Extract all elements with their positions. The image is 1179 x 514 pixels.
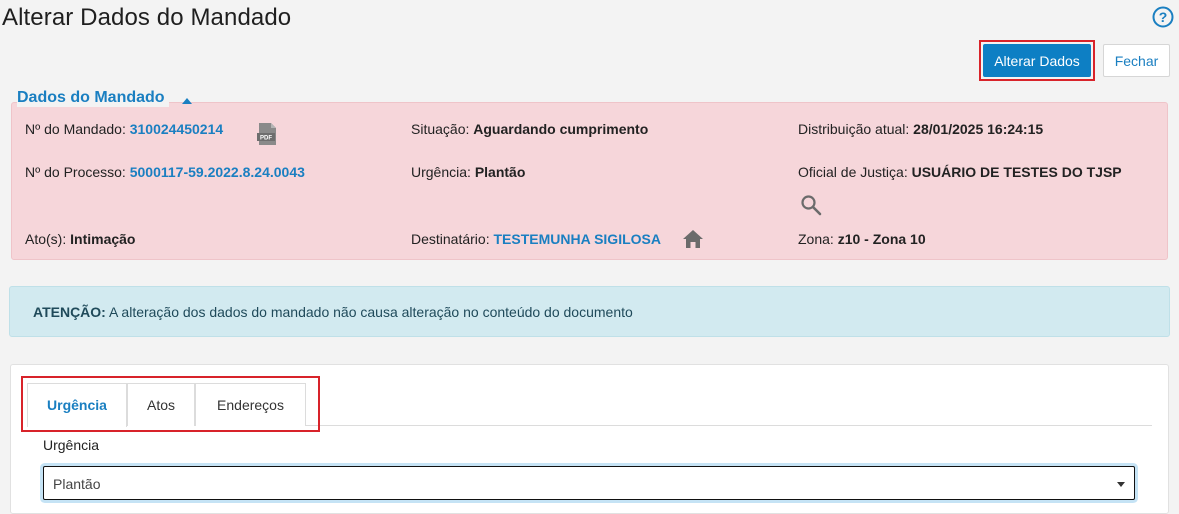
pdf-icon[interactable]: PDF: [256, 122, 278, 146]
help-icon[interactable]: ?: [1152, 6, 1174, 28]
atos-label: Ato(s):: [25, 231, 67, 247]
tab-urgencia[interactable]: Urgência: [27, 383, 127, 427]
atos-value: Intimação: [70, 231, 136, 247]
numero-processo-link[interactable]: 5000117-59.2022.8.24.0043: [130, 164, 305, 180]
numero-mandado-link[interactable]: 310024450214: [130, 121, 223, 137]
field-numero-mandado: Nº do Mandado: 310024450214: [25, 121, 223, 137]
urgencia-select[interactable]: Plantão: [43, 466, 1135, 500]
urgencia-value: Plantão: [474, 164, 526, 180]
svg-text:PDF: PDF: [260, 136, 272, 142]
numero-processo-label: Nº do Processo:: [25, 164, 126, 180]
alert-strong: ATENÇÃO:: [33, 304, 106, 320]
urgencia-label: Urgência:: [411, 164, 471, 180]
oficial-value: USUÁRIO DE TESTES DO TJSP: [911, 164, 1122, 180]
field-situacao: Situação: Aguardando cumprimento: [411, 121, 648, 137]
urgencia-field-label: Urgência: [43, 437, 100, 453]
urgencia-select-value: Plantão: [53, 476, 101, 492]
zona-value: z10 - Zona 10: [837, 231, 926, 247]
section-legend-dados-mandado[interactable]: Dados do Mandado: [17, 89, 169, 107]
distribuicao-value: 28/01/2025 16:24:15: [913, 121, 1044, 137]
destinatario-link[interactable]: TESTEMUNHA SIGILOSA: [493, 231, 661, 247]
numero-mandado-label: Nº do Mandado:: [25, 121, 126, 137]
field-numero-processo: Nº do Processo: 5000117-59.2022.8.24.004…: [25, 164, 305, 180]
situacao-label: Situação:: [411, 121, 470, 137]
field-urgencia: Urgência: Plantão: [411, 164, 525, 180]
field-atos: Ato(s): Intimação: [25, 231, 135, 247]
field-destinatario: Destinatário: TESTEMUNHA SIGILOSA: [411, 231, 661, 247]
situacao-value: Aguardando cumprimento: [473, 121, 649, 137]
field-oficial-justica: Oficial de Justiça: USUÁRIO DE TESTES DO…: [798, 164, 1122, 180]
attention-alert: ATENÇÃO: A alteração dos dados do mandad…: [9, 286, 1170, 337]
chevron-down-icon: [1117, 482, 1125, 487]
tab-atos[interactable]: Atos: [127, 383, 195, 426]
oficial-label: Oficial de Justiça:: [798, 164, 908, 180]
fechar-button[interactable]: Fechar: [1103, 44, 1170, 77]
zona-label: Zona:: [798, 231, 834, 247]
alterar-dados-button[interactable]: Alterar Dados: [983, 44, 1091, 77]
field-distribuicao: Distribuição atual: 28/01/2025 16:24:15: [798, 121, 1043, 137]
search-icon[interactable]: [800, 194, 822, 216]
distribuicao-label: Distribuição atual:: [798, 121, 910, 137]
svg-text:?: ?: [1159, 9, 1168, 25]
destinatario-label: Destinatário:: [411, 231, 490, 247]
alert-message: A alteração dos dados do mandado não cau…: [105, 304, 633, 320]
field-zona: Zona: z10 - Zona 10: [798, 231, 926, 247]
collapse-caret-icon[interactable]: [182, 98, 192, 104]
alert-text: ATENÇÃO: A alteração dos dados do mandad…: [33, 304, 633, 320]
page-title: Alterar Dados do Mandado: [2, 4, 292, 31]
tab-enderecos[interactable]: Endereços: [195, 383, 306, 426]
home-icon[interactable]: [682, 229, 704, 249]
